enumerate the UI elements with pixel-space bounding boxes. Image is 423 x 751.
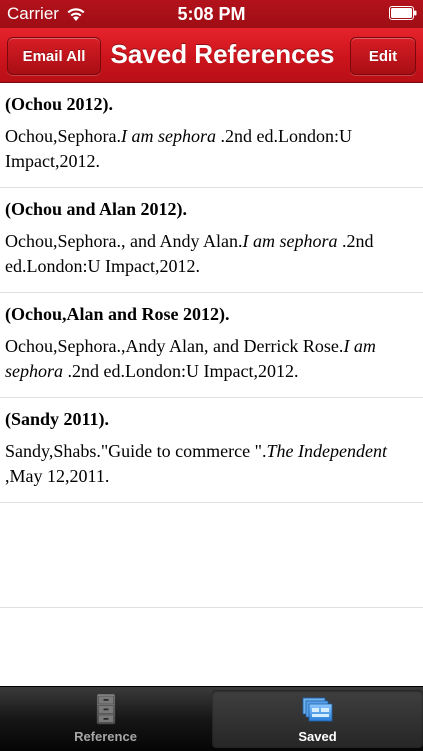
- tab-bar: Reference Saved: [0, 686, 423, 751]
- citation-text: .2nd ed.London:U Impact,2012.: [63, 361, 299, 381]
- citation-text: Ochou,Sephora.,Andy Alan, and Derrick Ro…: [5, 336, 344, 356]
- reference-row[interactable]: (Ochou and Alan 2012). Ochou,Sephora., a…: [0, 188, 423, 293]
- reference-citation: Sandy,Shabs."Guide to commerce ".The Ind…: [5, 439, 418, 489]
- empty-row: [0, 503, 423, 608]
- references-list: (Ochou 2012). Ochou,Sephora.I am sephora…: [0, 83, 423, 686]
- reference-citation: Ochou,Sephora., and Andy Alan.I am sepho…: [5, 229, 418, 279]
- reference-row[interactable]: (Sandy 2011). Sandy,Shabs."Guide to comm…: [0, 398, 423, 503]
- reference-citation: Ochou,Sephora.,Andy Alan, and Derrick Ro…: [5, 334, 418, 384]
- reference-row[interactable]: (Ochou,Alan and Rose 2012). Ochou,Sephor…: [0, 293, 423, 398]
- status-bar: Carrier 5:08 PM: [0, 0, 423, 28]
- citation-text: ,May 12,2011.: [5, 466, 110, 486]
- edit-button[interactable]: Edit: [350, 37, 416, 75]
- battery-icon: [389, 6, 417, 20]
- citation-text: Ochou,Sephora.: [5, 126, 121, 146]
- nav-bar: Email All Saved References Edit: [0, 28, 423, 83]
- citation-text: Ochou,Sephora., and Andy Alan.: [5, 231, 243, 251]
- citation-italic-title: I am sephora: [120, 126, 216, 146]
- reference-citation: Ochou,Sephora.I am sephora .2nd ed.Londo…: [5, 124, 418, 174]
- saved-files-icon: [302, 697, 332, 722]
- tab-label: Reference: [74, 729, 137, 744]
- tab-label: Saved: [298, 729, 337, 744]
- reference-title: (Ochou 2012).: [5, 94, 113, 114]
- reference-row[interactable]: (Ochou 2012). Ochou,Sephora.I am sephora…: [0, 83, 423, 188]
- page-title: Saved References: [110, 39, 335, 69]
- reference-title: (Ochou,Alan and Rose 2012).: [5, 304, 230, 324]
- tab-reference[interactable]: Reference: [0, 687, 211, 751]
- citation-italic-title: The Independent: [266, 441, 387, 461]
- citation-italic-title: I am sephora: [242, 231, 338, 251]
- reference-title: (Ochou and Alan 2012).: [5, 199, 188, 219]
- tab-saved[interactable]: Saved: [212, 690, 423, 748]
- email-all-button[interactable]: Email All: [7, 37, 101, 75]
- file-cabinet-icon: [96, 693, 115, 725]
- citation-text: Sandy,Shabs."Guide to commerce ".: [5, 441, 267, 461]
- status-time: 5:08 PM: [177, 4, 246, 24]
- reference-title: (Sandy 2011).: [5, 409, 110, 429]
